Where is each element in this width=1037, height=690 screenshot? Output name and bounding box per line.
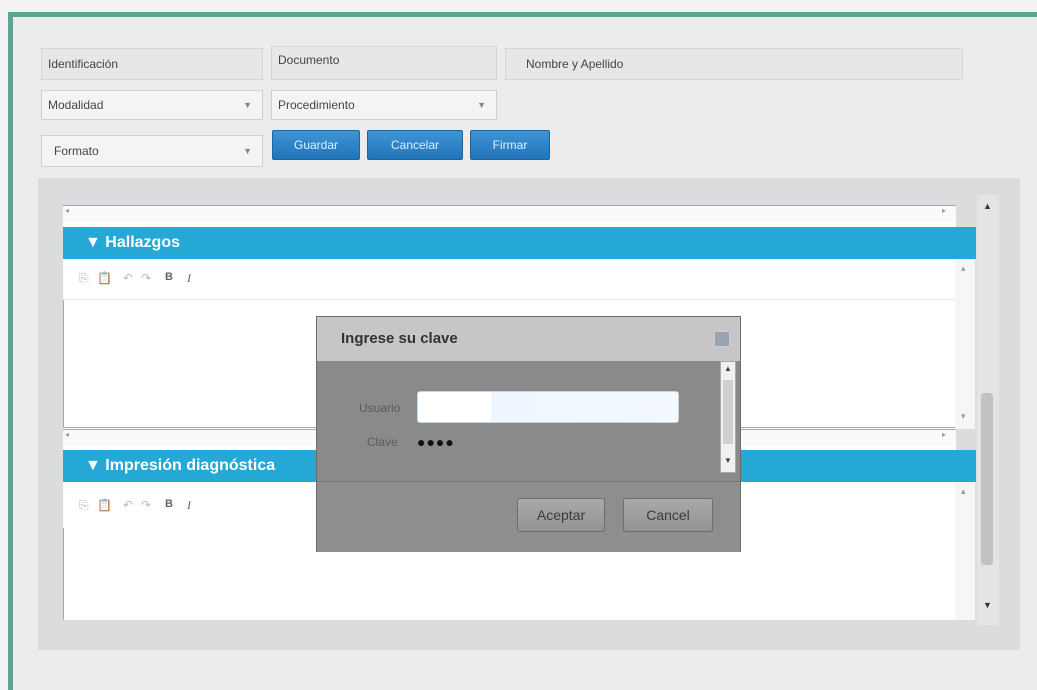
firmar-button[interactable]: Firmar: [470, 130, 550, 160]
chevron-down-icon: ▼: [243, 146, 252, 156]
scroll-down-icon[interactable]: ▾: [961, 411, 966, 422]
outer-scrollbar[interactable]: ▲ ▼: [977, 195, 999, 625]
documento-field[interactable]: Documento: [271, 46, 497, 80]
scroll-right-icon[interactable]: ▸: [942, 430, 946, 439]
bold-button[interactable]: B: [165, 498, 173, 510]
clave-input[interactable]: ●●●●: [417, 431, 679, 453]
bold-button[interactable]: B: [165, 271, 173, 283]
guardar-button[interactable]: Guardar: [272, 130, 360, 160]
identificacion-label: Identificación: [48, 57, 119, 71]
undo-icon[interactable]: ↶: [123, 498, 133, 512]
italic-button[interactable]: I: [187, 498, 191, 513]
outer-scroll-thumb[interactable]: [981, 393, 993, 565]
chevron-down-icon: ▼: [243, 100, 252, 110]
password-dialog: Ingrese su clave Usuario Clave ●●●● ▲ ▼ …: [316, 316, 741, 552]
scroll-up-icon[interactable]: ▲: [724, 364, 732, 373]
scroll-up-icon[interactable]: ▴: [961, 486, 966, 497]
formato-label: Formato: [54, 144, 99, 158]
paste-icon[interactable]: 📋: [97, 498, 112, 512]
hallazgos-toolbar: ⎘ 📋 ↶ ↷ B I: [63, 259, 956, 300]
scroll-down-icon[interactable]: ▼: [983, 600, 992, 610]
redo-icon[interactable]: ↷: [141, 498, 151, 512]
aceptar-button[interactable]: Aceptar: [517, 498, 605, 532]
paste-icon[interactable]: 📋: [97, 271, 112, 285]
cancelar-button[interactable]: Cancelar: [367, 130, 463, 160]
dialog-body: Usuario Clave ●●●● ▲ ▼: [317, 361, 740, 481]
hallazgos-header[interactable]: ▼ Hallazgos: [63, 227, 976, 259]
hallazgos-title: Hallazgos: [105, 234, 180, 251]
usuario-input[interactable]: [417, 391, 679, 423]
modalidad-select[interactable]: Modalidad ▼: [41, 90, 263, 120]
scroll-right-icon[interactable]: ▸: [942, 206, 946, 215]
close-icon[interactable]: [714, 331, 730, 347]
nombre-label: Nombre y Apellido: [526, 57, 624, 71]
dialog-titlebar[interactable]: Ingrese su clave: [317, 317, 740, 361]
scroll-left-icon[interactable]: ◂: [65, 430, 69, 439]
triangle-down-icon: ▼: [85, 457, 101, 474]
italic-button[interactable]: I: [187, 271, 191, 286]
undo-icon[interactable]: ↶: [123, 271, 133, 285]
triangle-down-icon: ▼: [85, 234, 101, 251]
nombre-field[interactable]: Nombre y Apellido: [505, 48, 963, 80]
chevron-down-icon: ▼: [477, 100, 486, 110]
copy-icon[interactable]: ⎘: [79, 271, 89, 286]
impresion-title: Impresión diagnóstica: [105, 457, 276, 474]
dialog-scroll-thumb[interactable]: [723, 380, 733, 444]
hscroll-top[interactable]: ◂ ▸: [63, 205, 956, 222]
scroll-left-icon[interactable]: ◂: [65, 206, 69, 215]
modalidad-label: Modalidad: [48, 98, 104, 112]
scroll-up-icon[interactable]: ▲: [983, 201, 992, 211]
procedimiento-label: Procedimiento: [278, 98, 355, 112]
usuario-label: Usuario: [359, 401, 401, 415]
dialog-scrollbar[interactable]: ▲ ▼: [720, 361, 736, 473]
formato-select[interactable]: Formato ▼: [41, 135, 263, 167]
dialog-title: Ingrese su clave: [341, 330, 458, 347]
redo-icon[interactable]: ↷: [141, 271, 151, 285]
impresion-scrollbar[interactable]: ▴: [955, 482, 975, 620]
scroll-down-icon[interactable]: ▼: [724, 456, 732, 465]
cancel-button[interactable]: Cancel: [623, 498, 713, 532]
dialog-footer: Aceptar Cancel: [317, 481, 740, 552]
procedimiento-select[interactable]: Procedimiento ▼: [271, 90, 497, 120]
copy-icon[interactable]: ⎘: [79, 498, 89, 513]
scroll-up-icon[interactable]: ▴: [961, 263, 966, 274]
clave-label: Clave: [367, 435, 398, 449]
documento-label: Documento: [278, 53, 340, 67]
hallazgos-scrollbar[interactable]: ▴ ▾: [955, 259, 975, 429]
identificacion-field[interactable]: Identificación: [41, 48, 263, 80]
